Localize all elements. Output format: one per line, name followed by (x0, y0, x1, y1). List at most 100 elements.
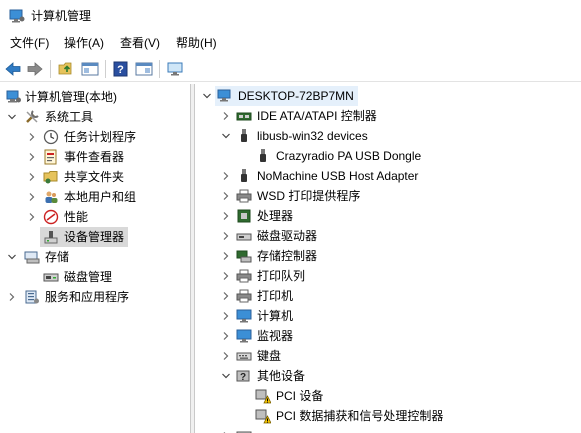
usb-device-icon (236, 128, 252, 144)
chevron-right-icon[interactable] (221, 111, 231, 121)
chevron-right-icon[interactable] (221, 191, 231, 201)
chevron-right-icon[interactable] (221, 331, 231, 341)
menu-file[interactable]: 文件(F) (9, 36, 50, 51)
storage-icon (24, 249, 40, 265)
device-disk-drives[interactable]: 磁盘驱动器 (195, 226, 581, 246)
disk-drive-icon (236, 228, 252, 244)
tree-disk-management[interactable]: 磁盘管理 (0, 267, 190, 287)
tree-event-viewer[interactable]: 事件查看器 (0, 147, 190, 167)
chevron-down-icon[interactable] (202, 91, 212, 101)
unknown-device-icon: ? (236, 368, 252, 384)
users-icon (43, 189, 59, 205)
computer-management-icon (9, 9, 25, 23)
disk-management-icon (43, 269, 59, 285)
tree-services-apps[interactable]: 服务和应用程序 (0, 287, 190, 307)
device-pci-data[interactable]: PCI 数据捕获和信号处理控制器 (195, 406, 581, 426)
back-arrow-icon[interactable] (3, 59, 23, 79)
device-computer-label: 计算机 (257, 309, 294, 323)
monitor-icon (236, 328, 252, 344)
device-print-queue[interactable]: 打印队列 (195, 266, 581, 286)
device-crazyradio[interactable]: Crazyradio PA USB Dongle (195, 146, 581, 166)
ide-controller-icon (236, 108, 252, 124)
device-pci-label: PCI 设备 (276, 389, 324, 403)
menu-action[interactable]: 操作(A) (63, 36, 105, 51)
device-crazyradio-label: Crazyradio PA USB Dongle (276, 149, 422, 163)
tree-event-viewer-label: 事件查看器 (64, 150, 125, 164)
computer-icon (217, 88, 233, 104)
usb-controller-icon (236, 168, 252, 184)
chevron-down-icon[interactable] (7, 252, 17, 262)
chevron-right-icon[interactable] (27, 172, 37, 182)
chevron-right-icon[interactable] (7, 292, 17, 302)
chevron-right-icon[interactable] (221, 291, 231, 301)
device-wsd[interactable]: WSD 打印提供程序 (195, 186, 581, 206)
chevron-down-icon[interactable] (7, 112, 17, 122)
chevron-down-icon[interactable] (221, 371, 231, 381)
device-icon (236, 428, 252, 433)
chevron-down-icon[interactable] (221, 131, 231, 141)
device-processor[interactable]: 处理器 (195, 206, 581, 226)
tree-performance[interactable]: 性能 (0, 207, 190, 227)
tree-local-users[interactable]: 本地用户和组 (0, 187, 190, 207)
device-other[interactable]: ? 其他设备 (195, 366, 581, 386)
tree-local-users-label: 本地用户和组 (64, 190, 137, 204)
chevron-right-icon[interactable] (221, 351, 231, 361)
keyboard-icon (236, 348, 252, 364)
tree-shared-folders-label: 共享文件夹 (64, 170, 125, 184)
chevron-right-icon[interactable] (221, 311, 231, 321)
toolbar-separator (105, 60, 106, 78)
tree-system-tools-label: 系统工具 (45, 110, 94, 124)
device-root[interactable]: DESKTOP-72BP7MN (195, 86, 581, 106)
help-icon[interactable]: ? (111, 59, 131, 79)
up-folder-icon[interactable] (57, 59, 77, 79)
device-libusb-label: libusb-win32 devices (257, 129, 368, 143)
device-computer[interactable]: 计算机 (195, 306, 581, 326)
device-ide[interactable]: IDE ATA/ATAPI 控制器 (195, 106, 581, 126)
device-other-label: 其他设备 (257, 369, 306, 383)
chevron-right-icon[interactable] (221, 171, 231, 181)
tree-root[interactable]: 计算机管理(本地) (0, 87, 190, 107)
tree-device-manager[interactable]: 设备管理器 (0, 227, 190, 247)
tree-performance-label: 性能 (64, 210, 89, 224)
device-keyboards-label: 键盘 (257, 349, 282, 363)
device-storage-controllers[interactable]: 存储控制器 (195, 246, 581, 266)
tree-task-scheduler[interactable]: 任务计划程序 (0, 127, 190, 147)
device-keyboards[interactable]: 键盘 (195, 346, 581, 366)
device-root-label: DESKTOP-72BP7MN (238, 89, 354, 103)
chevron-right-icon[interactable] (27, 212, 37, 222)
computer-management-icon (6, 89, 22, 105)
show-hide-tree-icon[interactable] (80, 59, 100, 79)
forward-arrow-icon[interactable] (25, 59, 45, 79)
monitor-icon[interactable] (165, 59, 185, 79)
menu-view[interactable]: 查看(V) (119, 36, 161, 51)
tree-disk-management-label: 磁盘管理 (64, 270, 113, 284)
toolbar-separator (50, 60, 51, 78)
chevron-right-icon[interactable] (221, 231, 231, 241)
device-manager-icon (43, 229, 59, 245)
chevron-right-icon[interactable] (221, 271, 231, 281)
services-icon (24, 289, 40, 305)
menu-help[interactable]: 帮助(H) (175, 36, 218, 51)
storage-controller-icon (236, 248, 252, 264)
device-nomachine-label: NoMachine USB Host Adapter (257, 169, 419, 183)
device-monitors[interactable]: 监视器 (195, 326, 581, 346)
device-libusb[interactable]: libusb-win32 devices (195, 126, 581, 146)
device-monitors-label: 监视器 (257, 329, 294, 343)
tree-storage[interactable]: 存储 (0, 247, 190, 267)
tree-shared-folders[interactable]: 共享文件夹 (0, 167, 190, 187)
chevron-right-icon[interactable] (27, 192, 37, 202)
device-nomachine[interactable]: NoMachine USB Host Adapter (195, 166, 581, 186)
usb-device-icon (255, 148, 271, 164)
warning-device-icon (255, 388, 272, 404)
tree-storage-label: 存储 (45, 250, 70, 264)
chevron-right-icon[interactable] (27, 132, 37, 142)
console-tree: 计算机管理(本地) 系统工具 任务计划程序 事件查看器 共享文件夹 本地用户和组… (0, 84, 191, 433)
action-pane-icon[interactable] (134, 59, 154, 79)
device-printers[interactable]: 打印机 (195, 286, 581, 306)
chevron-right-icon[interactable] (221, 211, 231, 221)
device-pci[interactable]: PCI 设备 (195, 386, 581, 406)
device-storage-controllers-label: 存储控制器 (257, 249, 318, 263)
chevron-right-icon[interactable] (221, 251, 231, 261)
tree-system-tools[interactable]: 系统工具 (0, 107, 190, 127)
chevron-right-icon[interactable] (27, 152, 37, 162)
